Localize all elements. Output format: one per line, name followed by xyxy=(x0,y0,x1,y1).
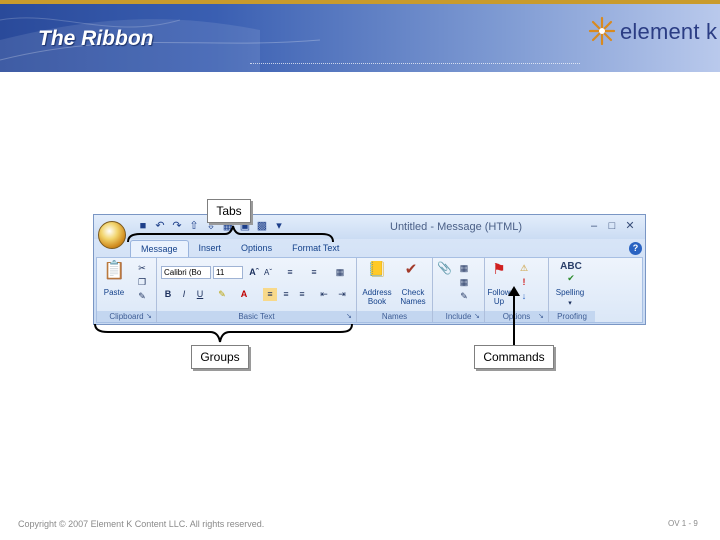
tabs-callout: Tabs xyxy=(207,199,251,223)
spelling-button[interactable]: Spelling xyxy=(549,288,591,297)
group-label-basic-text: Basic Text xyxy=(157,311,356,322)
styles-icon[interactable]: ▦ xyxy=(333,266,347,279)
group-label-names: Names xyxy=(357,311,432,322)
starburst-icon xyxy=(588,16,616,46)
check-names-label-line1: Check xyxy=(401,288,425,297)
ribbon-body: 📋 Paste ✂ ❐ ✎ Clipboard ↘ Calibri (Bo 11… xyxy=(96,257,643,323)
customize-qat-icon[interactable]: ▾ xyxy=(272,219,286,233)
low-importance-icon[interactable]: ↓ xyxy=(517,290,531,303)
follow-up-button[interactable]: Follow Up xyxy=(485,288,513,306)
window-controls: – □ ✕ xyxy=(586,218,638,234)
font-color-icon[interactable]: A xyxy=(237,288,251,301)
grid-icon[interactable]: ▩ xyxy=(255,219,269,233)
tab-insert[interactable]: Insert xyxy=(189,240,232,257)
basic-text-dialog-launcher-icon[interactable]: ↘ xyxy=(346,313,354,321)
tab-format-text[interactable]: Format Text xyxy=(282,240,349,257)
business-card-icon[interactable]: ▦ xyxy=(457,262,471,275)
group-include: 📎 ▦ ▦ ✎ Include ↘ xyxy=(433,258,485,322)
align-left-icon[interactable]: ≡ xyxy=(263,288,277,301)
bold-icon[interactable]: B xyxy=(161,288,175,301)
paste-button[interactable]: Paste xyxy=(101,288,127,297)
close-icon[interactable]: ✕ xyxy=(622,218,638,234)
page-number: OV 1 - 9 xyxy=(668,519,698,528)
up-arrow-icon[interactable]: ⇧ xyxy=(187,219,201,233)
minimize-icon[interactable]: – xyxy=(586,218,602,234)
cut-icon[interactable]: ✂ xyxy=(135,262,149,275)
address-book-button[interactable]: Address Book xyxy=(359,288,395,306)
align-right-icon[interactable]: ≡ xyxy=(295,288,309,301)
group-options: ⚑ Follow Up ⚠ ! ↓ Options ↘ xyxy=(485,258,549,322)
attach-file-icon[interactable]: 📎 xyxy=(437,262,452,275)
font-size-combo[interactable]: 11 xyxy=(213,266,243,279)
copy-icon[interactable]: ❐ xyxy=(135,276,149,289)
groups-brace xyxy=(94,323,353,343)
include-dialog-launcher-icon[interactable]: ↘ xyxy=(474,313,482,321)
grow-font-icon[interactable]: Aˆ xyxy=(247,266,261,279)
slide-header-banner: The Ribbon element k xyxy=(0,0,720,72)
follow-up-label-line1: Follow xyxy=(487,288,511,297)
element-k-logo: element k xyxy=(588,16,718,46)
groups-callout: Groups xyxy=(191,345,249,369)
follow-up-label-line2: Up xyxy=(493,297,505,306)
commands-callout: Commands xyxy=(474,345,554,369)
increase-indent-icon[interactable]: ⇥ xyxy=(335,288,349,301)
ribbon-tab-row: Message Insert Options Format Text xyxy=(130,240,349,257)
spelling-abc-icon[interactable]: ABC xyxy=(553,262,589,272)
tab-options[interactable]: Options xyxy=(231,240,282,257)
calendar-icon[interactable]: ▦ xyxy=(457,276,471,289)
address-book-label-line2: Book xyxy=(367,297,387,306)
italic-icon[interactable]: I xyxy=(177,288,191,301)
clipboard-dialog-launcher-icon[interactable]: ↘ xyxy=(146,313,154,321)
paste-icon[interactable]: 📋 xyxy=(103,261,125,284)
office-button[interactable] xyxy=(98,221,126,249)
slide-title: The Ribbon xyxy=(38,27,154,50)
numbering-icon[interactable]: ≡ xyxy=(307,266,321,279)
group-clipboard: 📋 Paste ✂ ❐ ✎ Clipboard ↘ xyxy=(97,258,157,322)
permission-icon[interactable]: ⚠ xyxy=(517,262,531,275)
maximize-icon[interactable]: □ xyxy=(604,218,620,234)
group-names: 📒 Address Book ✔ Check Names Names xyxy=(357,258,433,322)
decrease-indent-icon[interactable]: ⇤ xyxy=(317,288,331,301)
spelling-dropdown-icon[interactable]: ▾ xyxy=(563,297,577,310)
banner-dotted-rule xyxy=(250,63,580,64)
help-icon[interactable]: ? xyxy=(629,242,642,255)
window-title: Untitled - Message (HTML) xyxy=(390,221,523,233)
spelling-check-icon[interactable]: ✔ xyxy=(564,272,578,285)
check-names-button[interactable]: Check Names xyxy=(395,288,431,306)
outlook-message-window: ■ ↶ ↷ ⇧ ⇩ ▦ ▣ ▩ ▾ Untitled - Message (HT… xyxy=(93,214,646,325)
tab-message[interactable]: Message xyxy=(130,240,189,257)
underline-icon[interactable]: U xyxy=(193,288,207,301)
shrink-font-icon[interactable]: Aˇ xyxy=(261,266,275,279)
align-center-icon[interactable]: ≡ xyxy=(279,288,293,301)
font-name-combo[interactable]: Calibri (Bo xyxy=(161,266,211,279)
options-dialog-launcher-icon[interactable]: ↘ xyxy=(538,313,546,321)
window-titlebar: ■ ↶ ↷ ⇧ ⇩ ▦ ▣ ▩ ▾ Untitled - Message (HT… xyxy=(94,215,645,239)
group-label-proofing: Proofing xyxy=(549,311,595,322)
group-proofing: ABC ✔ Spelling ▾ Proofing xyxy=(549,258,595,322)
follow-up-flag-icon[interactable]: ⚑ xyxy=(489,262,509,282)
redo-icon[interactable]: ↷ xyxy=(170,219,184,233)
high-importance-icon[interactable]: ! xyxy=(517,276,531,289)
highlight-icon[interactable]: ✎ xyxy=(215,288,229,301)
format-painter-icon[interactable]: ✎ xyxy=(135,290,149,303)
logo-wordmark: element k xyxy=(620,19,718,44)
bullets-icon[interactable]: ≡ xyxy=(283,266,297,279)
copyright-footer: Copyright © 2007 Element K Content LLC. … xyxy=(18,519,265,529)
undo-icon[interactable]: ↶ xyxy=(153,219,167,233)
signature-icon[interactable]: ✎ xyxy=(457,290,471,303)
save-icon[interactable]: ■ xyxy=(136,219,150,233)
address-book-icon[interactable]: 📒 xyxy=(367,262,387,282)
group-basic-text: Calibri (Bo 11 Aˆ Aˇ ≡ ≡ ▦ B I U ✎ A ≡ ≡… xyxy=(157,258,357,322)
check-names-icon[interactable]: ✔ xyxy=(401,262,421,282)
check-names-label-line2: Names xyxy=(400,297,426,306)
address-book-label-line1: Address xyxy=(362,288,392,297)
